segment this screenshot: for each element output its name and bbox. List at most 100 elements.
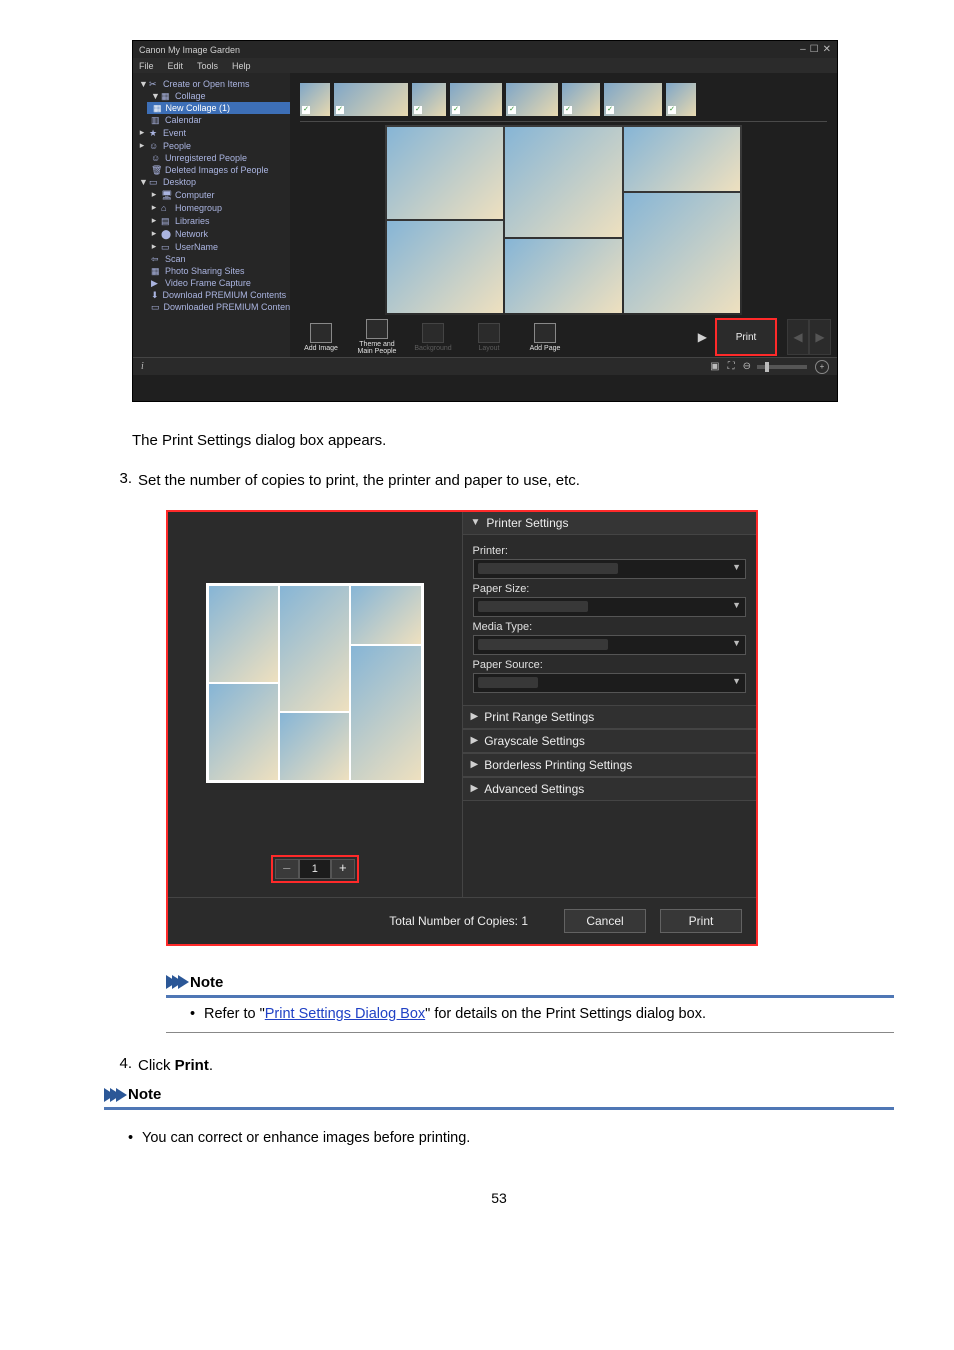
borderless-section[interactable]: Borderless Printing Settings [463,753,757,777]
event-icon: ★ [149,128,159,138]
collage-item-icon: ▦ [153,103,163,113]
dialog-print-button[interactable]: Print [660,909,742,933]
copies-value[interactable]: 1 [299,859,331,879]
section-label: Borderless Printing Settings [484,758,632,772]
sidebar-item-photo-sharing[interactable]: ▦Photo Sharing Sites [133,265,290,277]
print-settings-dialog-link[interactable]: Print Settings Dialog Box [265,1006,425,1022]
computer-icon: 🖥 [161,190,171,200]
check-icon: ✓ [302,106,310,114]
folder-icon: ▭ [151,302,160,312]
menu-tools[interactable]: Tools [197,61,218,71]
step-text: Set the number of copies to print, the p… [138,470,894,492]
step-number: 4. [104,1055,138,1077]
menu-bar: File Edit Tools Help [133,58,837,73]
thumbnail[interactable]: ✓ [300,83,330,116]
sidebar-item-create[interactable]: ▼✂Create or Open Items [133,78,290,90]
theme-icon [366,319,388,339]
network-icon: ⬤ [161,229,171,239]
cancel-button[interactable]: Cancel [564,909,646,933]
step-text: Click Print. [138,1055,894,1077]
menu-edit[interactable]: Edit [168,61,184,71]
window-maximize-icon[interactable]: ☐ [810,44,819,55]
sidebar-item-username[interactable]: ▸▭UserName [133,240,290,253]
thumbnail[interactable]: ✓ [666,83,696,116]
note-title: Note [128,1086,161,1103]
paper-size-label: Paper Size: [473,583,747,595]
thumbnail[interactable]: ✓ [506,83,558,116]
background-icon [422,323,444,343]
thumbnail[interactable]: ✓ [562,83,600,116]
chevron-down-icon [471,517,481,528]
camera-icon[interactable]: ▣ [710,361,719,372]
check-icon: ✓ [508,106,516,114]
paper-size-select[interactable] [473,597,747,617]
sharing-icon: ▦ [151,266,161,276]
thumbnail[interactable]: ✓ [450,83,502,116]
dialog-preview [206,583,424,783]
sidebar-item-downloaded-premium[interactable]: ▭Downloaded PREMIUM Contents [133,301,290,313]
total-copies-label: Total Number of Copies: 1 [182,914,550,928]
chevron-right-icon [471,735,479,746]
sidebar-item-scan[interactable]: ⇦Scan [133,253,290,265]
print-settings-dialog-screenshot: – 1 + Printer Settings [166,510,758,946]
info-icon[interactable]: i [141,361,144,372]
theme-main-people-button[interactable]: Theme and Main People [352,319,402,355]
print-range-section[interactable]: Print Range Settings [463,705,757,729]
collage-preview [385,125,742,315]
thumbnail[interactable]: ✓ [412,83,446,116]
menu-help[interactable]: Help [232,61,251,71]
media-type-select[interactable] [473,635,747,655]
sidebar-item-event[interactable]: ▸★Event [133,126,290,139]
menu-file[interactable]: File [139,61,154,71]
grayscale-section[interactable]: Grayscale Settings [463,729,757,753]
paper-source-select[interactable] [473,673,747,693]
sidebar-item-calendar[interactable]: ▥Calendar [133,114,290,126]
zoom-slider[interactable] [757,365,807,369]
add-page-button[interactable]: Add Page [520,319,570,355]
sidebar-item-network[interactable]: ▸⬤Network [133,227,290,240]
note-bullet: You can correct or enhance images before… [128,1130,894,1146]
zoom-in-icon[interactable]: + [815,360,829,374]
sidebar-item-homegroup[interactable]: ▸⌂Homegroup [133,201,290,214]
sidebar-item-new-collage[interactable]: ▦ New Collage (1) [147,102,290,114]
thumbnail[interactable]: ✓ [334,83,408,116]
copies-increment-button[interactable]: + [331,859,355,879]
bottom-toolbar: Add Image Theme and Main People Backgrou… [290,317,837,357]
sidebar-item-deleted-people[interactable]: 🗑Deleted Images of People [133,164,290,176]
user-folder-icon: ▭ [161,242,171,252]
next-arrow-button[interactable]: ▶ [809,319,831,355]
add-image-button[interactable]: Add Image [296,319,346,355]
sidebar-item-libraries[interactable]: ▸▤Libraries [133,214,290,227]
libraries-icon: ▤ [161,216,171,226]
sidebar-item-computer[interactable]: ▸🖥Computer [133,188,290,201]
copies-decrement-button[interactable]: – [275,859,299,879]
thumbnail[interactable]: ✓ [604,83,662,116]
background-button[interactable]: Background [408,319,458,355]
print-button[interactable]: Print [715,318,777,356]
play-icon[interactable]: ▶ [698,330,707,344]
sidebar-item-people[interactable]: ▸☺People [133,139,290,152]
sidebar-item-video-frame[interactable]: ▶Video Frame Capture [133,277,290,289]
section-label: Print Range Settings [484,710,594,724]
calendar-icon: ▥ [151,115,161,125]
sidebar-item-unregistered[interactable]: ☺Unregistered People [133,152,290,164]
thumbnail-strip: ✓ ✓ ✓ ✓ ✓ ✓ ✓ ✓ [300,81,827,117]
printer-settings-section[interactable]: Printer Settings [463,512,757,535]
window-minimize-icon[interactable]: – [800,44,806,55]
printer-label: Printer: [473,545,747,557]
window-close-icon[interactable]: ✕ [823,44,831,55]
note-title: Note [190,974,223,991]
printer-select[interactable] [473,559,747,579]
zoom-out-icon[interactable]: ⊖ [743,361,751,372]
advanced-section[interactable]: Advanced Settings [463,777,757,801]
prev-arrow-button[interactable]: ◀ [787,319,809,355]
step-number: 3. [104,470,138,1033]
sidebar-item-download-premium[interactable]: ⬇Download PREMIUM Contents [133,289,290,301]
sidebar-item-desktop[interactable]: ▼▭Desktop [133,176,290,188]
sidebar-item-collage[interactable]: ▼▦Collage [133,90,290,102]
expand-icon[interactable]: ⛶ [728,361,735,372]
scissors-icon: ✂ [149,79,159,89]
preview-tile [280,713,349,780]
preview-tile [280,586,349,711]
layout-button[interactable]: Layout [464,319,514,355]
